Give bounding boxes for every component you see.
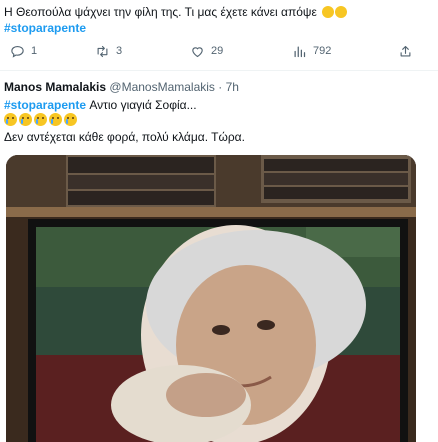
reply-icon xyxy=(11,45,24,58)
tweet-hashtag-line: #stoparapente xyxy=(4,20,86,36)
tweet-media-image[interactable] xyxy=(6,155,416,442)
tweet-previous[interactable]: Η Θεοπούλα ψάχνει την φίλη της. Τι μας έ… xyxy=(0,0,438,71)
tweet-text-line1: #stoparapente Αντιο γιαγιά Σοφία... xyxy=(4,97,197,113)
retweet-button[interactable]: 3 xyxy=(95,42,122,60)
heart-icon xyxy=(192,46,203,57)
tweet-header: Manos Mamalakis @ManosMamalakis · 7h xyxy=(4,79,239,95)
views-button[interactable]: 792 xyxy=(292,42,331,60)
tweet-actions: 1 3 29 792 xyxy=(0,42,438,60)
share-button[interactable] xyxy=(398,42,413,60)
hashtag-link[interactable]: #stoparapente xyxy=(4,21,86,35)
author-name[interactable]: Manos Mamalakis xyxy=(4,80,106,94)
views-icon xyxy=(294,46,306,57)
tweet-text: Η Θεοπούλα ψάχνει την φίλη της. Τι μας έ… xyxy=(4,4,348,20)
like-button[interactable]: 29 xyxy=(190,42,223,60)
crying-emoji xyxy=(49,113,62,126)
crying-emoji xyxy=(64,113,77,126)
crying-emoji xyxy=(335,6,348,18)
emoji-row xyxy=(4,113,77,129)
author-handle[interactable]: @ManosMamalakis xyxy=(109,80,215,94)
crying-emoji xyxy=(322,6,335,18)
tweet-time[interactable]: · 7h xyxy=(218,80,239,94)
retweet-icon xyxy=(97,45,108,57)
retweet-count: 3 xyxy=(116,45,123,57)
crying-emoji xyxy=(34,113,47,126)
hashtag-link[interactable]: #stoparapente xyxy=(4,98,86,112)
tweet-text-line2: Δεν αντέχεται κάθε φορά, πολύ κλάμα. Τώρ… xyxy=(4,130,245,144)
like-count: 29 xyxy=(211,45,224,57)
tweet[interactable]: Manos Mamalakis @ManosMamalakis · 7h #st… xyxy=(0,71,438,442)
tweet-text-body: Η Θεοπούλα ψάχνει την φίλη της. Τι μας έ… xyxy=(4,5,317,19)
views-count: 792 xyxy=(313,45,332,57)
share-icon xyxy=(400,45,411,56)
tweet-text-body: Αντιο γιαγιά Σοφία... xyxy=(86,98,197,112)
reply-count: 1 xyxy=(31,45,38,57)
crying-emoji xyxy=(4,113,17,126)
reply-button[interactable]: 1 xyxy=(10,42,37,60)
crying-emoji xyxy=(19,113,32,126)
tv-photo xyxy=(6,155,416,442)
